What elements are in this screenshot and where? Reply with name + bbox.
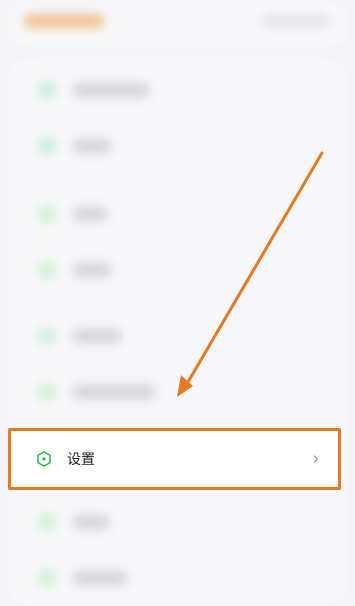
blurred-row <box>10 62 345 118</box>
blurred-row-icon <box>38 327 56 345</box>
chevron-right-icon <box>313 455 319 463</box>
blurred-row-text <box>72 138 112 154</box>
blurred-row-icon <box>38 513 56 531</box>
blurred-row-icon <box>38 81 56 99</box>
blurred-row-icon <box>38 383 56 401</box>
blurred-row <box>10 308 345 364</box>
blurred-row-icon <box>38 569 56 587</box>
blurred-row <box>10 118 345 174</box>
top-title <box>24 14 104 28</box>
blurred-row-icon <box>38 205 56 223</box>
settings-label: 设置 <box>67 452 95 468</box>
blurred-row <box>10 186 345 242</box>
blurred-row <box>10 494 345 550</box>
top-right-controls <box>261 14 331 28</box>
blurred-row <box>10 550 345 606</box>
blurred-row-text <box>72 514 110 530</box>
blurred-row-text <box>72 206 108 222</box>
blurred-row-text <box>72 82 150 98</box>
app-screen: 设置 <box>0 0 355 602</box>
blurred-row-text <box>72 384 156 400</box>
blurred-row-text <box>72 328 122 344</box>
top-card <box>10 4 345 44</box>
blurred-row-text <box>72 262 112 278</box>
blurred-row-text <box>72 570 128 586</box>
blurred-row <box>10 242 345 298</box>
settings-row-highlight[interactable]: 设置 <box>8 428 341 490</box>
hexagon-settings-icon <box>37 451 51 467</box>
blurred-row <box>10 364 345 420</box>
blurred-row-icon <box>38 261 56 279</box>
settings-row[interactable]: 设置 <box>11 431 338 487</box>
blurred-row-icon <box>38 137 56 155</box>
blurred-background <box>0 0 355 602</box>
